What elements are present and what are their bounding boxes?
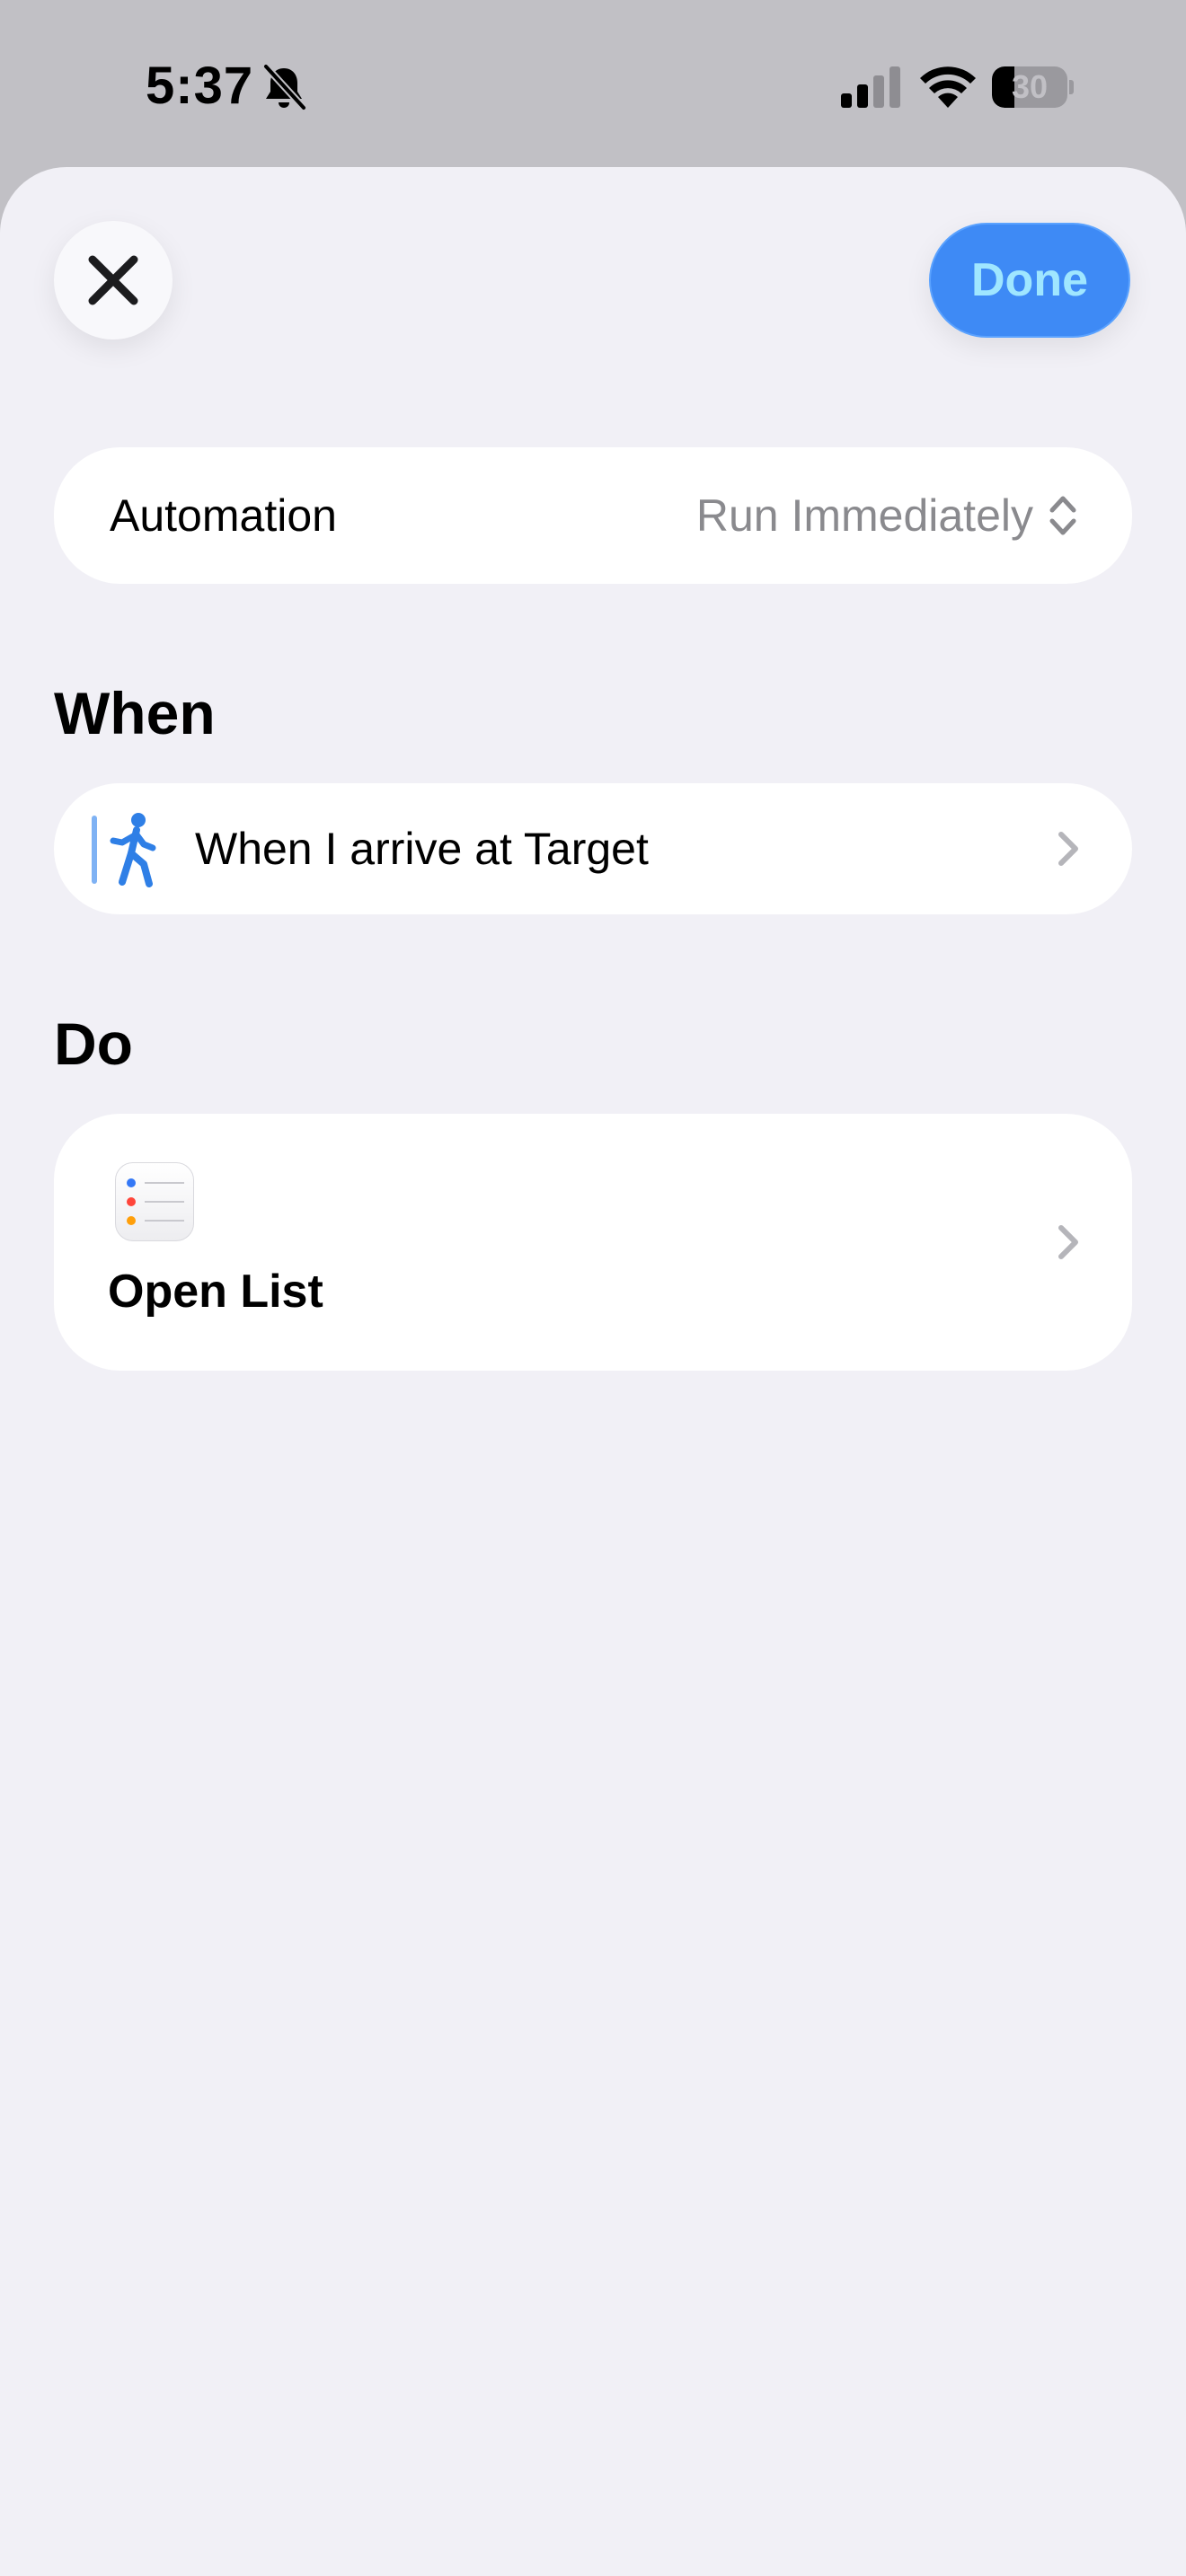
battery-level: 30 (1011, 68, 1049, 105)
chevron-up-down-icon (1049, 496, 1076, 535)
battery-body: 30 (992, 66, 1067, 108)
battery-icon: 30 (992, 66, 1074, 108)
reminders-app-icon (115, 1162, 194, 1241)
reminders-glyph (127, 1178, 184, 1225)
when-trigger-text: When I arrive at Target (195, 824, 649, 874)
do-heading: Do (54, 1010, 133, 1077)
automation-label: Automation (110, 490, 337, 541)
wifi-icon (920, 66, 976, 108)
status-time: 5:37 (146, 57, 254, 115)
chevron-right-icon (1058, 1225, 1078, 1259)
close-icon (88, 255, 138, 305)
automation-setting-row[interactable]: Automation Run Immediately (54, 447, 1132, 584)
arrive-bar-icon (92, 816, 97, 884)
automation-value[interactable]: Run Immediately (696, 447, 1033, 584)
walking-person-icon (110, 813, 156, 887)
do-action-row[interactable]: Open List (54, 1114, 1132, 1371)
status-bar: 5:37 30 (0, 0, 1186, 171)
chevron-right-icon (1058, 832, 1078, 866)
close-button[interactable] (54, 221, 173, 340)
battery-nub (1069, 80, 1074, 94)
automation-sheet: Done Automation Run Immediately When Whe… (0, 167, 1186, 2576)
done-button[interactable]: Done (929, 223, 1130, 338)
do-action-text: Open List (108, 1266, 323, 1318)
bell-slash-icon (262, 63, 307, 111)
when-heading: When (54, 680, 216, 746)
when-trigger-row[interactable]: When I arrive at Target (54, 783, 1132, 914)
cellular-signal-icon (841, 66, 900, 108)
